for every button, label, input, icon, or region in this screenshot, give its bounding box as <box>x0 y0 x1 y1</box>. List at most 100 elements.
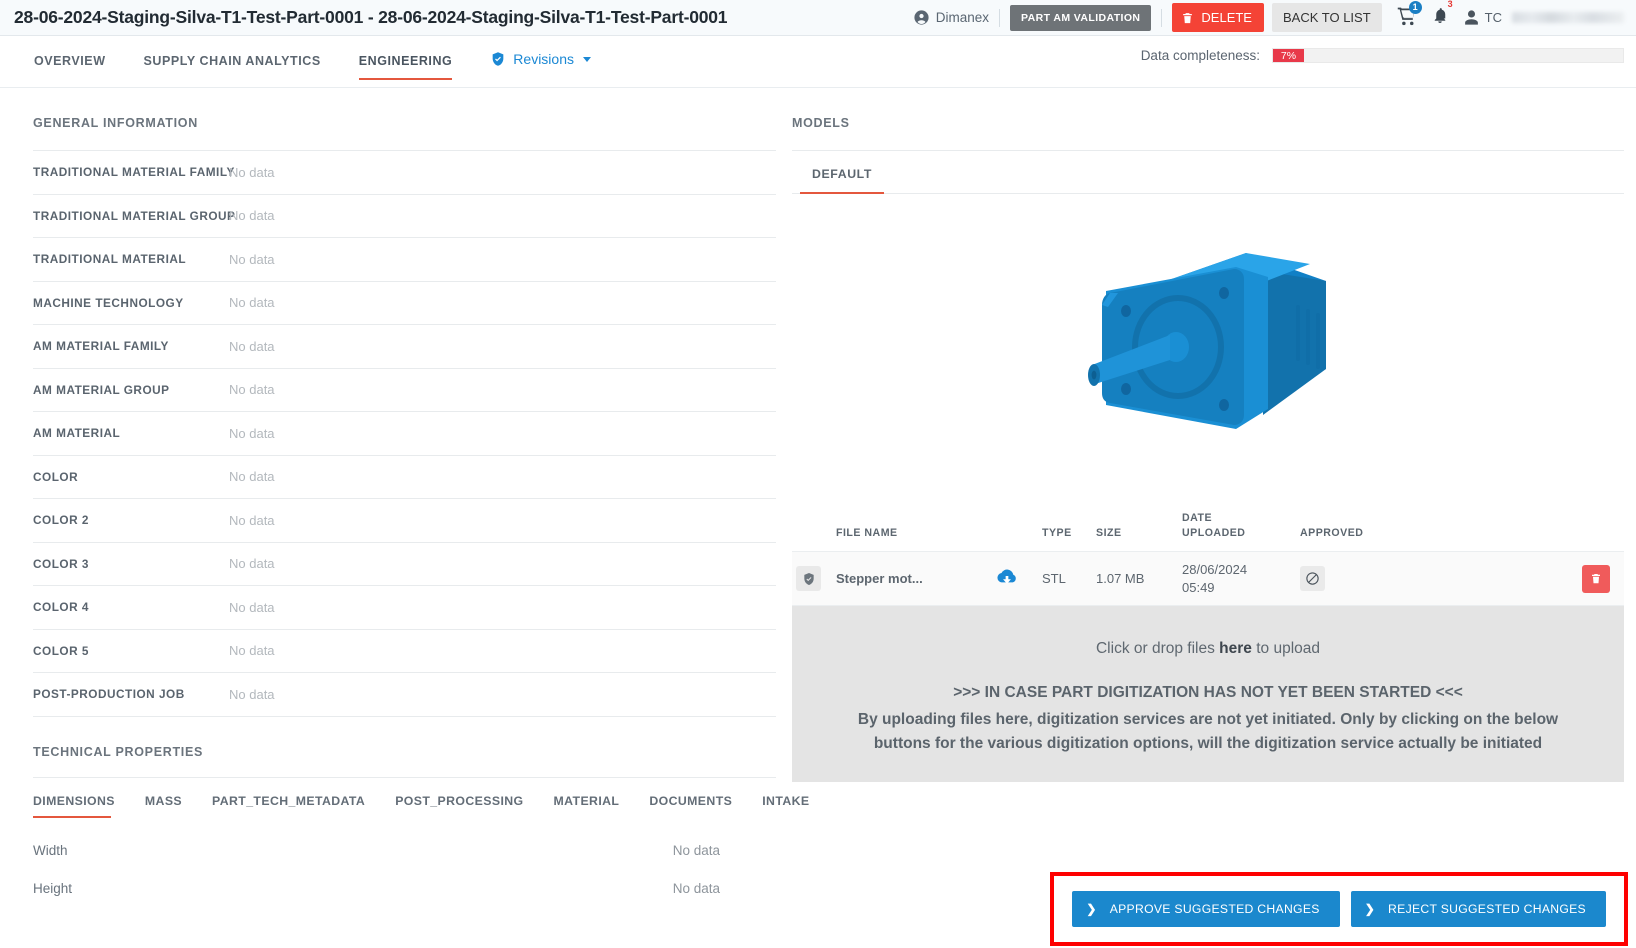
revisions-label: Revisions <box>513 51 574 67</box>
property-label: Height <box>33 881 73 896</box>
models-title: MODELS <box>792 116 850 130</box>
account-initials: TC <box>1484 10 1502 25</box>
top-bar: 28-06-2024-Staging-Silva-T1-Test-Part-00… <box>0 0 1636 36</box>
info-row: POST-PRODUCTION JOB No data <box>33 673 776 717</box>
chevron-down-icon <box>583 56 591 62</box>
info-label: COLOR <box>33 469 79 484</box>
column-status <box>792 504 832 552</box>
trash-icon <box>1181 11 1194 25</box>
table-body: Stepper mot... STL 1.07 MB 28/06/2024 05… <box>792 551 1624 606</box>
user-circle-icon <box>913 9 930 26</box>
dropzone-instruction-suffix: to upload <box>1251 640 1321 657</box>
column-file-name: FILE NAME <box>832 504 992 552</box>
property-value: No data <box>672 843 720 858</box>
file-dropzone[interactable]: Click or drop files here to upload >>> I… <box>792 606 1624 783</box>
notification-count-badge: 3 <box>1447 0 1453 9</box>
divider <box>999 8 1001 27</box>
info-row: AM MATERIAL No data <box>33 412 776 456</box>
info-label: COLOR 4 <box>33 600 89 615</box>
info-value: No data <box>229 469 275 485</box>
info-row: MACHINE TECHNOLOGY No data <box>33 282 776 325</box>
tab-part-tech-metadata[interactable]: PART_TECH_METADATA <box>212 794 365 818</box>
data-completeness: Data completeness: 7% <box>1141 48 1624 63</box>
column-type: TYPE <box>1038 504 1092 552</box>
info-row: COLOR 5 No data <box>33 630 776 673</box>
tab-engineering[interactable]: ENGINEERING <box>358 50 453 80</box>
models-tab-list: DEFAULT <box>792 153 1624 194</box>
tab-dimensions[interactable]: DIMENSIONS <box>33 794 115 818</box>
info-label: TRADITIONAL MATERIAL <box>33 252 187 267</box>
tab-post-processing[interactable]: POST_PROCESSING <box>395 794 523 818</box>
tab-supply-chain-analytics[interactable]: SUPPLY CHAIN ANALYTICS <box>144 50 321 80</box>
info-label: COLOR 3 <box>33 556 89 571</box>
models-panel: MODELS DEFAULT FILE NAME TYPE SIZE DATE … <box>792 88 1636 948</box>
info-row: AM MATERIAL GROUP No data <box>33 369 776 412</box>
info-label: TRADITIONAL MATERIAL FAMILY <box>33 165 235 180</box>
column-date-line2: UPLOADED <box>1182 527 1246 539</box>
notifications-button[interactable]: 3 <box>1431 0 1453 30</box>
top-bar-actions: Dimanex PART AM VALIDATION DELETE BACK T… <box>913 0 1624 35</box>
chevron-right-icon: ❯ <box>1086 902 1097 916</box>
dropzone-instruction-emphasis: here <box>1219 640 1252 657</box>
tab-overview[interactable]: OVERVIEW <box>34 50 106 80</box>
cell-actions <box>1406 551 1624 606</box>
info-value: No data <box>229 686 275 702</box>
info-row: COLOR 4 No data <box>33 586 776 630</box>
info-value: No data <box>229 599 275 615</box>
cart-button[interactable]: 1 <box>1396 0 1422 31</box>
general-information-panel: GENERAL INFORMATION TRADITIONAL MATERIAL… <box>0 88 809 948</box>
column-actions <box>1406 504 1624 552</box>
property-row: Height No data <box>33 870 776 908</box>
property-row: Width No data <box>33 832 776 870</box>
info-value: No data <box>229 425 275 441</box>
info-row: TRADITIONAL MATERIAL No data <box>33 238 776 282</box>
shield-verified-icon[interactable] <box>796 566 821 591</box>
info-value: No data <box>229 295 275 311</box>
general-information-title: GENERAL INFORMATION <box>33 116 198 130</box>
info-value: No data <box>229 164 275 180</box>
primary-nav: OVERVIEW SUPPLY CHAIN ANALYTICS ENGINEER… <box>0 36 1636 88</box>
completeness-progress-track: 7% <box>1272 48 1624 63</box>
reject-suggested-changes-button[interactable]: ❯ REJECT SUGGESTED CHANGES <box>1350 891 1606 927</box>
tab-documents[interactable]: DOCUMENTS <box>649 794 732 818</box>
suggested-changes-actions: ❯ APPROVE SUGGESTED CHANGES ❯ REJECT SUG… <box>1050 872 1628 946</box>
cell-type: STL <box>1038 551 1092 606</box>
delete-button[interactable]: DELETE <box>1172 3 1264 32</box>
info-value: No data <box>229 512 275 528</box>
info-value: No data <box>229 556 275 572</box>
info-row: AM MATERIAL FAMILY No data <box>33 325 776 369</box>
account-menu[interactable]: TC <box>1463 9 1624 26</box>
model-viewer[interactable] <box>792 194 1624 504</box>
organization-name: Dimanex <box>935 10 990 25</box>
tab-mass[interactable]: MASS <box>145 794 182 818</box>
info-row: TRADITIONAL MATERIAL FAMILY No data <box>33 151 776 195</box>
info-label: AM MATERIAL <box>33 426 121 441</box>
tab-material[interactable]: MATERIAL <box>554 794 620 818</box>
tab-default-model[interactable]: DEFAULT <box>792 153 892 194</box>
column-date-uploaded: DATE UPLOADED <box>1178 504 1296 552</box>
property-value: No data <box>672 881 720 896</box>
person-icon <box>1463 9 1480 26</box>
completeness-progress-fill: 7% <box>1273 49 1304 62</box>
approve-suggested-changes-button[interactable]: ❯ APPROVE SUGGESTED CHANGES <box>1072 891 1340 927</box>
back-to-list-button[interactable]: BACK TO LIST <box>1271 3 1382 32</box>
organization-indicator: Dimanex <box>913 9 999 26</box>
technical-properties-title: TECHNICAL PROPERTIES <box>33 744 204 759</box>
column-date-line1: DATE <box>1182 512 1213 524</box>
cell-file-name[interactable]: Stepper mot... <box>832 551 992 606</box>
not-approved-icon[interactable] <box>1300 566 1325 591</box>
info-value: No data <box>229 338 275 354</box>
dropzone-instruction: Click or drop files here to upload <box>820 640 1596 658</box>
chevron-right-icon: ❯ <box>1364 902 1376 916</box>
info-value: No data <box>229 251 275 267</box>
download-cloud-icon[interactable] <box>996 568 1018 586</box>
shield-check-icon <box>490 51 506 67</box>
delete-file-button[interactable] <box>1582 564 1610 593</box>
cell-approved <box>1296 551 1406 606</box>
revisions-dropdown[interactable]: Revisions <box>490 51 591 79</box>
cell-date-line2: 05:49 <box>1182 580 1215 595</box>
info-row: COLOR 2 No data <box>33 499 776 543</box>
property-label: Width <box>33 843 68 858</box>
info-value: No data <box>229 208 275 224</box>
cell-size: 1.07 MB <box>1092 551 1178 606</box>
